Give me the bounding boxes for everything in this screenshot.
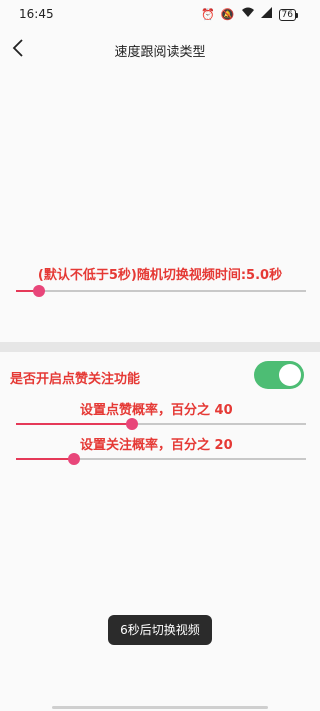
slider-thumb[interactable] bbox=[68, 453, 80, 465]
toggle-knob bbox=[279, 364, 301, 386]
follow-probability-label: 设置关注概率，百分之 20 bbox=[80, 438, 233, 453]
random-switch-time-slider[interactable] bbox=[16, 285, 306, 297]
slider-track-fill bbox=[16, 458, 74, 460]
like-follow-toggle[interactable] bbox=[254, 361, 304, 389]
like-follow-toggle-label: 是否开启点赞关注功能 bbox=[10, 372, 141, 387]
toast-message: 6秒后切换视频 bbox=[108, 615, 212, 645]
nav-bar: 速度跟阅读类型 bbox=[0, 28, 320, 70]
section-divider bbox=[0, 342, 320, 352]
page-title: 速度跟阅读类型 bbox=[114, 45, 206, 60]
alarm-icon: ⏰ bbox=[201, 7, 215, 21]
status-icons: ⏰ 🔕 76 bbox=[201, 7, 299, 22]
slider-track-fill bbox=[16, 423, 132, 425]
home-indicator bbox=[52, 706, 268, 709]
follow-probability-slider[interactable] bbox=[16, 453, 306, 465]
like-probability-slider[interactable] bbox=[16, 418, 306, 430]
like-probability-label: 设置点赞概率，百分之 40 bbox=[80, 403, 233, 418]
slider-thumb[interactable] bbox=[33, 285, 46, 297]
status-time: 16:45 bbox=[19, 7, 54, 21]
signal-icon bbox=[260, 7, 273, 22]
random-switch-time-label: (默认不低于5秒)随机切换视频时间:5.0秒 bbox=[37, 268, 283, 283]
wifi-icon bbox=[241, 7, 255, 22]
battery-icon: 76 bbox=[278, 8, 299, 21]
slider-thumb[interactable] bbox=[126, 418, 138, 430]
slider-track bbox=[16, 290, 306, 292]
mute-icon: 🔕 bbox=[220, 7, 235, 21]
status-bar: 16:45 ⏰ 🔕 76 bbox=[0, 0, 320, 28]
